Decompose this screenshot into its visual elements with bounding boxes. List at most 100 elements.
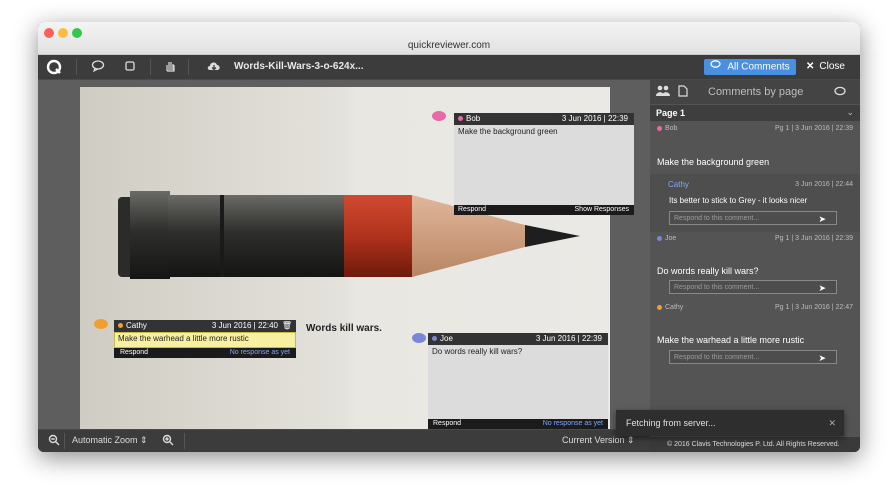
document-page[interactable]: Words kill wars. Bob 3 Jun 2016 | 22:39 …	[80, 87, 634, 429]
show-responses-link[interactable]: Show Responses	[575, 205, 629, 215]
zoom-out-icon[interactable]	[48, 434, 60, 448]
trash-icon[interactable]: 🗑	[282, 320, 292, 332]
zoom-in-icon[interactable]	[162, 434, 174, 448]
callout-date: 3 Jun 2016 | 22:39	[535, 334, 602, 343]
comment-meta: Pg 1 | 3 Jun 2016 | 22:47	[775, 304, 853, 311]
response-status: No response as yet	[229, 349, 290, 356]
author-dot	[458, 114, 466, 123]
callout-date: 3 Jun 2016 | 22:39	[561, 114, 628, 123]
hand-tool-icon[interactable]	[162, 59, 178, 75]
comment-meta: Pg 1 | 3 Jun 2016 | 22:39	[775, 125, 853, 132]
select-arrows-icon: ⇕	[624, 435, 635, 445]
toolbar: Words-Kill-Wars-3-o-624x... All Comments…	[38, 55, 860, 79]
sidebar-header: Comments by page	[650, 80, 860, 104]
sidebar-title: Comments by page	[708, 86, 804, 98]
comment-author-name: Bob	[665, 125, 678, 132]
respond-placeholder: Respond to this comment...	[674, 284, 760, 291]
close-window-button[interactable]	[44, 28, 54, 38]
viewer-bottom-bar: Automatic Zoom ⇕ Current Version ⇕	[38, 430, 650, 452]
status-toast: Fetching from server... ✕	[616, 410, 844, 436]
close-icon: ✕	[806, 61, 815, 72]
callout-text: Do words really kill wars?	[432, 347, 523, 356]
maximize-window-button[interactable]	[72, 28, 82, 38]
toolbar-divider	[150, 59, 151, 75]
close-label: Close	[819, 61, 845, 72]
callout-text: Make the warhead a little more rustic	[118, 334, 249, 343]
respond-input[interactable]: Respond to this comment... ➤	[669, 350, 837, 364]
chevron-down-icon: ⌄	[846, 107, 854, 117]
callout-author: Joe	[440, 334, 453, 343]
all-comments-button[interactable]: All Comments	[704, 59, 796, 75]
all-comments-label: All Comments	[727, 61, 790, 73]
respond-link[interactable]: Respond	[458, 206, 486, 213]
comment-text: Make the background green	[657, 157, 770, 167]
respond-placeholder: Respond to this comment...	[674, 354, 760, 361]
response-status: No response as yet	[542, 420, 603, 427]
toolbar-divider	[76, 59, 77, 75]
toolbar-divider	[188, 59, 189, 75]
bottom-divider	[184, 433, 185, 449]
callout-header: Joe 3 Jun 2016 | 22:39	[428, 333, 608, 345]
title-bar: quickreviewer.com	[38, 22, 860, 55]
chat-icon[interactable]	[834, 86, 846, 100]
version-select[interactable]: Current Version ⇕	[562, 435, 635, 446]
comment-marker-cathy[interactable]	[94, 319, 108, 329]
reply-author: Cathy	[668, 180, 689, 189]
callout-header: Cathy 3 Jun 2016 | 22:40 🗑	[114, 320, 296, 332]
comments-sidebar: Comments by page Page 1 ⌄ Bob Pg 1 | 3 J…	[650, 80, 860, 452]
page-group-header[interactable]: Page 1 ⌄	[650, 105, 860, 121]
callout-body: Do words really kill wars?	[428, 345, 608, 419]
callout-text: Make the background green	[458, 127, 558, 136]
document-viewer: Words kill wars. Bob 3 Jun 2016 | 22:39 …	[38, 80, 650, 429]
comment-text: Make the warhead a little more rustic	[657, 335, 805, 345]
callout-author: Bob	[466, 114, 481, 123]
comment-author: Cathy	[657, 304, 683, 311]
respond-link[interactable]: Respond	[120, 349, 148, 356]
respond-input[interactable]: Respond to this comment... ➤	[669, 211, 837, 225]
callout-footer: Respond No response as yet	[428, 419, 608, 429]
document-title: Words-Kill-Wars-3-o-624x...	[234, 61, 364, 72]
comment-callout-cathy: Cathy 3 Jun 2016 | 22:40 🗑 Make the warh…	[114, 320, 296, 360]
comment-meta: Pg 1 | 3 Jun 2016 | 22:39	[775, 235, 853, 242]
comment-marker-joe[interactable]	[412, 333, 426, 343]
minimize-window-button[interactable]	[58, 28, 68, 38]
window-title: quickreviewer.com	[407, 40, 491, 51]
send-icon[interactable]: ➤	[818, 282, 826, 294]
users-icon[interactable]	[656, 85, 670, 100]
author-dot	[118, 321, 126, 330]
document-icon[interactable]	[678, 85, 688, 100]
app-window: quickreviewer.com Words-Kill-Wars-3-o-62…	[38, 22, 860, 452]
comment-author-name: Cathy	[665, 304, 684, 311]
version-select-label: Current Version	[562, 435, 625, 445]
comment-author: Joe	[657, 235, 676, 242]
copyright-footer: © 2016 Clavis Technologies P. Ltd. All R…	[650, 437, 860, 452]
rectangle-tool-icon[interactable]	[122, 59, 138, 75]
callout-header: Bob 3 Jun 2016 | 22:39	[454, 113, 634, 125]
callout-date: 3 Jun 2016 | 22:40	[211, 321, 278, 330]
send-icon[interactable]: ➤	[818, 213, 826, 225]
zoom-select[interactable]: Automatic Zoom ⇕	[72, 435, 148, 446]
comments-icon	[710, 59, 722, 75]
comment-marker-bob[interactable]	[432, 111, 446, 121]
comment-author-name: Joe	[665, 235, 677, 242]
app-logo-icon[interactable]	[46, 59, 62, 75]
author-dot	[432, 334, 440, 343]
respond-input[interactable]: Respond to this comment... ➤	[669, 280, 837, 294]
dismiss-toast-icon[interactable]: ✕	[828, 410, 836, 436]
respond-placeholder: Respond to this comment...	[674, 215, 760, 222]
callout-author: Cathy	[126, 321, 147, 330]
reply-text: Its better to stick to Grey - it looks n…	[669, 196, 808, 205]
cloud-download-icon[interactable]	[206, 59, 222, 75]
bottom-divider	[64, 433, 65, 449]
close-button[interactable]: ✕ Close	[806, 59, 845, 75]
callout-footer: Respond Show Responses	[454, 205, 634, 215]
callout-footer: Respond No response as yet	[114, 348, 296, 358]
toast-text: Fetching from server...	[626, 418, 716, 428]
artwork-tagline: Words kill wars.	[306, 323, 382, 334]
zoom-select-label: Automatic Zoom	[72, 435, 138, 445]
select-arrows-icon: ⇕	[137, 435, 148, 445]
callout-edit-field[interactable]: Make the warhead a little more rustic	[114, 332, 296, 348]
send-icon[interactable]: ➤	[818, 352, 826, 364]
respond-link[interactable]: Respond	[433, 420, 461, 427]
comment-tool-icon[interactable]	[90, 59, 106, 75]
